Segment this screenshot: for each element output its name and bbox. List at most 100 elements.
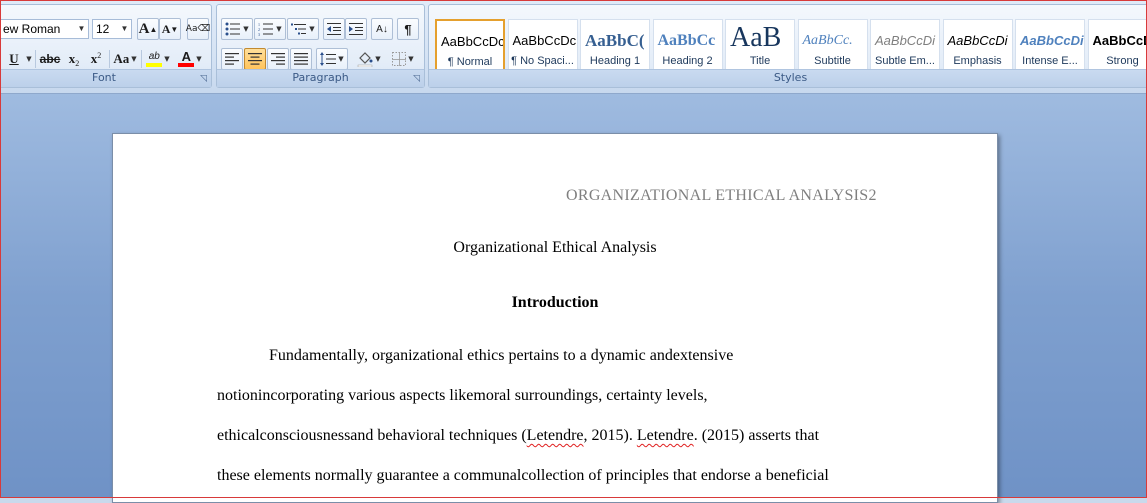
style-sample: AaBbCcDc — [509, 30, 577, 52]
underline-dropdown[interactable]: ▼ — [23, 48, 33, 70]
chevron-down-icon: ▼ — [276, 25, 281, 33]
running-header[interactable]: ORGANIZATIONAL ETHICAL ANALYSIS2 — [566, 187, 877, 205]
shading-button[interactable]: ▼ — [353, 48, 385, 70]
document-title[interactable]: Organizational Ethical Analysis — [113, 239, 997, 257]
multilevel-list-icon — [291, 22, 307, 36]
chevron-down-icon: ▼ — [338, 55, 343, 63]
highlight-color-swatch — [146, 63, 162, 67]
shrink-font-button[interactable]: A▼ — [159, 18, 181, 40]
font-name-combo[interactable]: ew Roman ▼ — [0, 19, 89, 39]
style-sample: AaBbCcDi — [944, 30, 1012, 52]
line-spacing-icon — [320, 52, 336, 66]
bullet-list-icon — [225, 22, 241, 36]
decrease-indent-button[interactable] — [323, 18, 345, 40]
paragraph-group-label: Paragraph — [217, 69, 424, 87]
style-name: Heading 2 — [654, 55, 722, 67]
style-name: ¶ Normal — [437, 56, 503, 68]
style-sample: AaBbCc. — [799, 30, 867, 52]
chevron-down-icon: ▼ — [26, 55, 31, 63]
align-left-button[interactable] — [221, 48, 243, 70]
sort-button[interactable]: A↓ — [371, 18, 393, 40]
chevron-down-icon: ▼ — [196, 55, 201, 63]
dialog-launcher-icon[interactable]: ◹ — [412, 75, 421, 84]
numbering-button[interactable]: 123 ▼ — [254, 18, 286, 40]
clear-formatting-button[interactable]: Aa⌫ — [187, 18, 209, 40]
subscript-button[interactable]: x2 — [63, 48, 85, 70]
style-normal[interactable]: AaBbCcDc ¶ Normal — [435, 19, 505, 71]
style-sample: AaBbCcDc — [437, 31, 503, 53]
dialog-launcher-icon[interactable]: ◹ — [199, 75, 208, 84]
style-name: Intense E... — [1016, 55, 1084, 67]
style-name: Subtle Em... — [871, 55, 939, 67]
show-formatting-button[interactable]: ¶ — [397, 18, 419, 40]
font-name-value: ew Roman — [3, 22, 60, 36]
style-heading-2[interactable]: AaBbCc Heading 2 — [653, 19, 723, 71]
chevron-down-icon: ▼ — [408, 55, 413, 63]
styles-group-label: Styles — [429, 69, 1147, 87]
style-subtle-emphasis[interactable]: AaBbCcDi Subtle Em... — [870, 19, 940, 71]
style-subtitle[interactable]: AaBbCc. Subtitle — [798, 19, 868, 71]
chevron-down-icon[interactable]: ▼ — [75, 20, 88, 38]
style-name: Strong — [1089, 55, 1147, 67]
paragraph-group: ▼ 123 ▼ ▼ A↓ ¶ — [216, 4, 425, 88]
decrease-indent-icon — [327, 22, 341, 36]
highlighter-icon: ab — [149, 52, 160, 62]
font-color-button[interactable]: A ▼ — [175, 48, 205, 70]
section-heading[interactable]: Introduction — [113, 294, 997, 312]
style-sample: AaBbCcDi — [871, 30, 939, 52]
align-right-button[interactable] — [267, 48, 289, 70]
style-intense-emphasis[interactable]: AaBbCcDi Intense E... — [1015, 19, 1085, 71]
chevron-down-icon: ▼ — [243, 25, 248, 33]
bullets-button[interactable]: ▼ — [221, 18, 253, 40]
shrink-font-glyph: A — [162, 22, 171, 37]
justify-button[interactable] — [290, 48, 312, 70]
body-line[interactable]: Fundamentally, organizational ethics per… — [269, 347, 733, 365]
font-color-swatch — [178, 63, 194, 67]
body-line[interactable]: notionincorporating various aspects like… — [217, 387, 708, 405]
style-name: Subtitle — [799, 55, 867, 67]
body-line[interactable]: ethicalconsciousnessand behavioral techn… — [217, 427, 819, 445]
align-right-icon — [271, 53, 285, 65]
change-case-button[interactable]: Aa▼ — [111, 48, 139, 70]
body-text: ethicalconsciousnessand behavioral techn… — [217, 427, 527, 444]
style-title[interactable]: AaBTitle — [725, 19, 795, 71]
increase-indent-button[interactable] — [345, 18, 367, 40]
style-strong[interactable]: AaBbCcDcStrong — [1088, 19, 1147, 71]
align-center-button[interactable] — [244, 48, 266, 70]
increase-indent-icon — [349, 22, 363, 36]
svg-text:3: 3 — [258, 32, 260, 36]
strikethrough-button[interactable]: abc — [37, 48, 63, 70]
chevron-down-icon[interactable]: ▼ — [118, 20, 131, 38]
document-page[interactable]: ORGANIZATIONAL ETHICAL ANALYSIS2 Organiz… — [112, 133, 998, 503]
style-sample: AaBbCcDi — [1016, 30, 1084, 52]
chevron-down-icon: ▼ — [375, 55, 380, 63]
underline-button[interactable]: U — [3, 48, 25, 70]
spelling-error-word[interactable]: Letendre — [527, 427, 584, 444]
ribbon: ew Roman ▼ 12 ▼ A▲ A▼ Aa⌫ U ▼ abc x2 x2 — [0, 0, 1147, 94]
highlight-button[interactable]: ab ▼ — [143, 48, 173, 70]
change-case-glyph: Aa — [113, 51, 129, 67]
underline-glyph: U — [9, 51, 18, 67]
paint-bucket-icon — [357, 51, 373, 67]
numbered-list-icon: 123 — [258, 22, 274, 36]
multilevel-list-button[interactable]: ▼ — [287, 18, 319, 40]
pilcrow-icon: ¶ — [404, 22, 411, 37]
style-no-spacing[interactable]: AaBbCcDc¶ No Spaci... — [508, 19, 578, 71]
style-heading-1[interactable]: AaBbC(Heading 1 — [580, 19, 650, 71]
superscript-button[interactable]: x2 — [85, 48, 107, 70]
line-spacing-button[interactable]: ▼ — [316, 48, 348, 70]
grow-font-glyph: A — [139, 21, 150, 38]
style-sample: AaBbCc — [654, 30, 722, 52]
style-name: Emphasis — [944, 55, 1012, 67]
strikethrough-glyph: abc — [40, 52, 61, 66]
chevron-down-icon: ▼ — [309, 25, 314, 33]
body-line[interactable]: these elements normally guarantee a comm… — [217, 467, 829, 485]
style-name: Title — [726, 55, 794, 67]
borders-button[interactable]: ▼ — [387, 48, 419, 70]
font-size-combo[interactable]: 12 ▼ — [92, 19, 132, 39]
spelling-error-word[interactable]: Letendre — [637, 427, 694, 444]
body-text: . (2015) asserts that — [694, 427, 819, 444]
style-sample: AaBbC( — [581, 30, 649, 52]
grow-font-button[interactable]: A▲ — [137, 18, 159, 40]
style-emphasis[interactable]: AaBbCcDi Emphasis — [943, 19, 1013, 71]
